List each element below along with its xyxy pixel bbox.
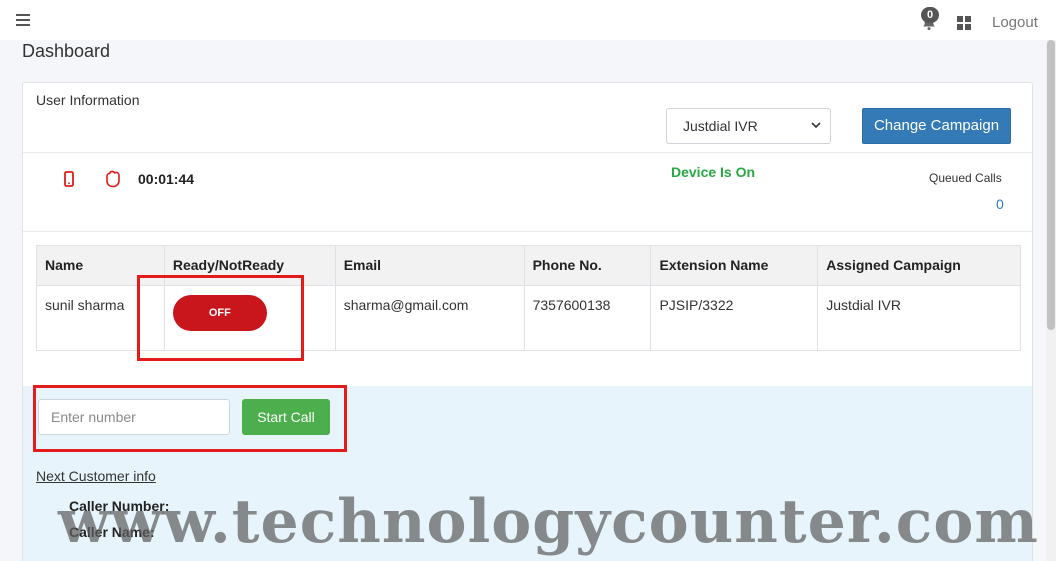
user-information-card: User Information Justdial IVR Change Cam…: [22, 82, 1033, 561]
column-header-ready: Ready/NotReady: [163, 245, 336, 286]
cell-campaign: Justdial IVR: [817, 285, 1021, 351]
change-campaign-button[interactable]: Change Campaign: [862, 108, 1011, 144]
campaign-select-value: Justdial IVR: [683, 118, 758, 134]
page-title: Dashboard: [22, 41, 111, 61]
divider: [23, 152, 1032, 153]
campaign-select[interactable]: Justdial IVR: [666, 108, 831, 144]
number-input[interactable]: [38, 399, 230, 435]
column-header-phone: Phone No.: [523, 245, 652, 286]
page-scrollbar[interactable]: [1046, 40, 1056, 561]
cell-name: sunil sharma: [36, 285, 165, 351]
device-status: Device Is On: [671, 164, 756, 180]
column-header-extension: Extension Name: [650, 245, 819, 286]
chevron-down-icon: [811, 122, 821, 129]
card-title: User Information: [36, 92, 140, 108]
top-navbar: 0 Logout: [0, 0, 1056, 40]
next-customer-info-link[interactable]: Next Customer info: [36, 468, 156, 484]
divider: [23, 231, 1032, 232]
cell-email: sharma@gmail.com: [334, 285, 525, 351]
logout-link[interactable]: Logout: [992, 14, 1038, 31]
cell-extension: PJSIP/3322: [650, 285, 819, 351]
call-timer: 00:01:44: [138, 171, 195, 187]
notification-count-badge: 0: [921, 7, 939, 23]
column-header-campaign: Assigned Campaign: [817, 245, 1021, 286]
user-table: Name Ready/NotReady Email Phone No. Exte…: [36, 245, 1021, 351]
cell-ready: OFF: [163, 285, 336, 351]
queued-calls-count: 0: [996, 196, 1004, 212]
cell-phone: 7357600138: [523, 285, 652, 351]
table-row: sunil sharma OFF sharma@gmail.com 735760…: [36, 285, 1021, 351]
mobile-phone-icon[interactable]: [63, 171, 75, 187]
dialer-panel: Start Call Next Customer info Caller Num…: [23, 386, 1032, 561]
ready-toggle-button[interactable]: OFF: [172, 295, 267, 331]
queued-calls-label: Queued Calls: [929, 171, 1002, 185]
table-header-row: Name Ready/NotReady Email Phone No. Exte…: [36, 245, 1021, 286]
apps-grid-icon[interactable]: [957, 16, 971, 30]
hand-stop-icon[interactable]: [103, 170, 123, 188]
caller-number-label: Caller Number:: [69, 498, 170, 514]
notifications[interactable]: 0: [918, 7, 940, 33]
scrollbar-thumb[interactable]: [1047, 40, 1055, 330]
caller-name-label: Caller Name:: [69, 524, 155, 540]
start-call-button[interactable]: Start Call: [242, 399, 330, 435]
column-header-name: Name: [36, 245, 165, 286]
menu-toggle-icon[interactable]: [16, 14, 30, 26]
column-header-email: Email: [334, 245, 525, 286]
